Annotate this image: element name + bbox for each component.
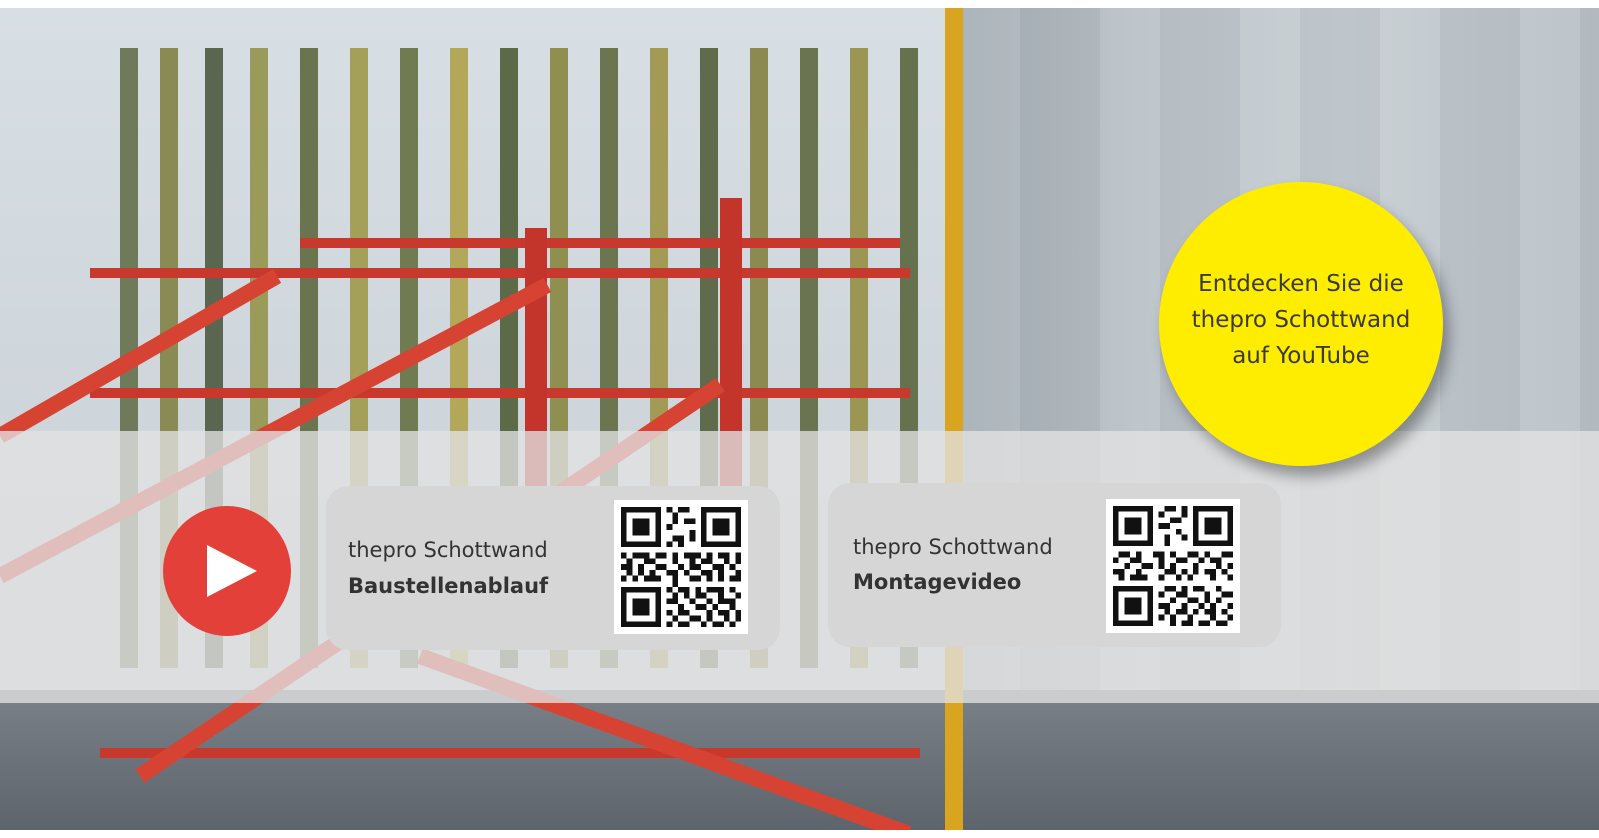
qr-code-icon[interactable]	[1106, 499, 1240, 633]
video-card-montagevideo[interactable]: thepro Schottwand Montagevideo	[828, 483, 1281, 647]
video-subtitle: thepro Schottwand	[853, 535, 1053, 559]
callout-text: Entdecken Sie die thepro Schottwand auf …	[1186, 266, 1416, 374]
video-card-baustellenablauf[interactable]: thepro Schottwand Baustellenablauf	[326, 486, 780, 650]
rail	[90, 388, 910, 398]
video-title: Baustellenablauf	[348, 574, 549, 598]
callout-line: Entdecken Sie die	[1198, 271, 1404, 297]
youtube-callout: Entdecken Sie die thepro Schottwand auf …	[1159, 182, 1443, 466]
video-subtitle: thepro Schottwand	[348, 538, 548, 562]
rail	[300, 238, 900, 248]
callout-line: thepro Schottwand	[1191, 307, 1411, 333]
callout-line: auf YouTube	[1232, 343, 1370, 369]
play-triangle-icon	[207, 545, 257, 597]
rail	[100, 748, 920, 758]
youtube-play-icon[interactable]	[163, 506, 291, 636]
rail	[90, 268, 910, 278]
video-title: Montagevideo	[853, 570, 1022, 594]
qr-code-icon[interactable]	[614, 500, 748, 634]
promo-banner: Entdecken Sie die thepro Schottwand auf …	[0, 0, 1599, 838]
formwork-edge	[945, 8, 963, 830]
